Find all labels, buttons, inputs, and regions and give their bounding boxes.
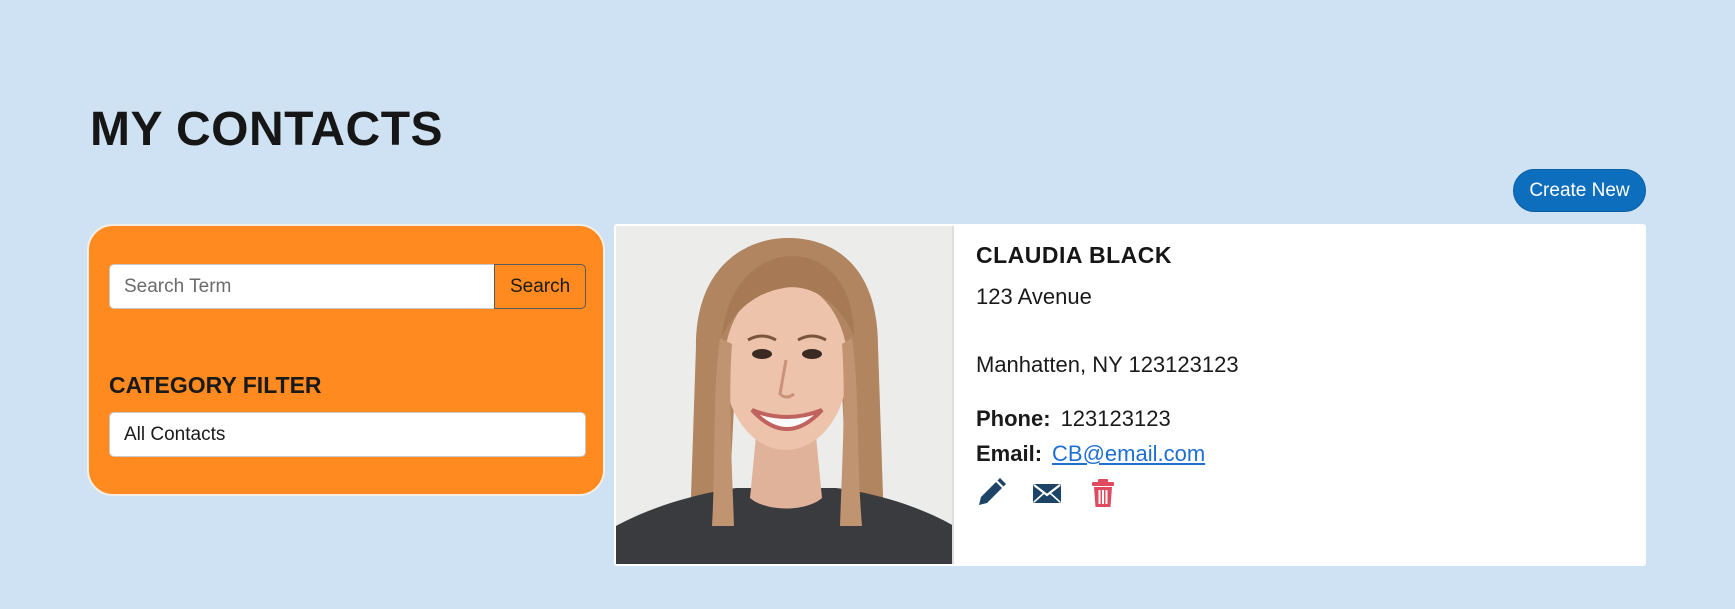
contact-photo [616, 226, 954, 564]
filter-panel: Search CATEGORY FILTER All Contacts [87, 224, 605, 496]
contact-name: CLAUDIA BLACK [976, 242, 1173, 268]
phone-row: Phone: 123123123 [976, 406, 1171, 432]
page: MY CONTACTS Create New Search CATEGORY F… [0, 0, 1735, 609]
contact-actions [976, 478, 1118, 508]
contact-card: CLAUDIA BLACK 123 Avenue Manhatten, NY 1… [614, 224, 1646, 566]
create-new-button[interactable]: Create New [1513, 169, 1646, 212]
category-filter-heading: CATEGORY FILTER [109, 372, 322, 398]
envelope-icon[interactable] [1032, 478, 1062, 508]
category-select[interactable]: All Contacts [109, 412, 586, 457]
pencil-icon[interactable] [976, 478, 1006, 508]
phone-label: Phone: [976, 406, 1051, 431]
page-title: MY CONTACTS [90, 103, 444, 156]
search-bar: Search [109, 264, 586, 309]
email-link[interactable]: CB@email.com [1052, 441, 1205, 467]
category-select-value: All Contacts [124, 423, 226, 445]
email-row: Email: CB@email.com [976, 441, 1205, 467]
contact-info: CLAUDIA BLACK 123 Avenue Manhatten, NY 1… [976, 242, 1239, 507]
trash-icon[interactable] [1088, 478, 1118, 508]
contact-address-line2: Manhatten, NY 123123123 [976, 352, 1239, 377]
email-label: Email: [976, 441, 1043, 466]
search-input[interactable] [109, 264, 495, 309]
contact-address-line1: 123 Avenue [976, 284, 1092, 309]
search-button[interactable]: Search [494, 264, 586, 309]
contact-photo-image [616, 226, 952, 564]
phone-value: 123123123 [1060, 406, 1171, 431]
